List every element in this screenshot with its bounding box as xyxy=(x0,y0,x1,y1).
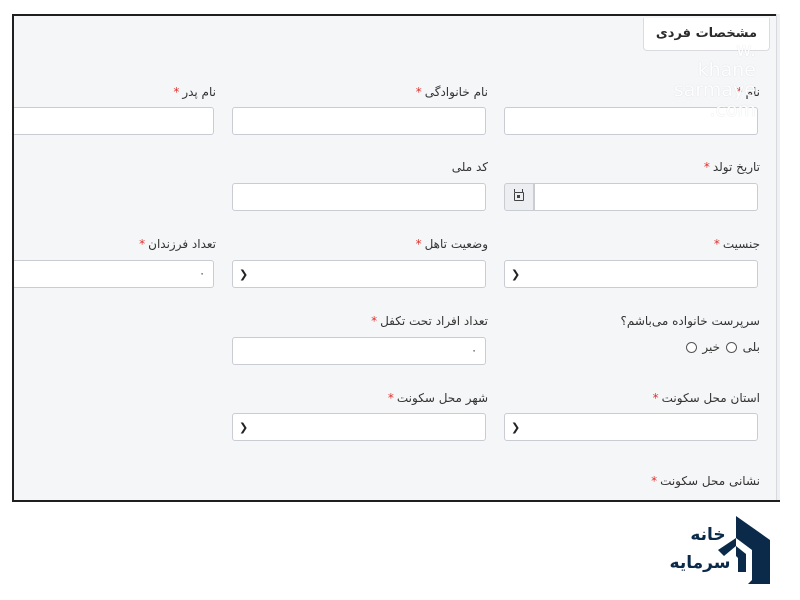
gender-select[interactable]: ❯ xyxy=(504,260,758,288)
chevron-down-icon: ❯ xyxy=(511,268,521,281)
required-mark: * xyxy=(415,85,422,99)
required-mark: * xyxy=(173,85,180,99)
marital-status-label: وضعیت تاهل* xyxy=(416,237,488,251)
gender-label: جنسیت* xyxy=(714,237,760,251)
national-code-label-text: کد ملی xyxy=(451,160,488,174)
city-label-text: شهر محل سکونت xyxy=(396,391,488,405)
children-count-input[interactable]: ۰ xyxy=(14,260,214,288)
option-yes-radio[interactable] xyxy=(725,342,737,353)
head-of-household-options: بلی خیر xyxy=(684,340,760,354)
watermark: w. khane sarmaye .com xyxy=(674,40,756,120)
watermark-line: khane xyxy=(697,59,756,81)
father-name-label: نام پدر* xyxy=(173,85,216,99)
required-mark: * xyxy=(387,391,394,405)
head-of-household-label-text: سرپرست خانواده می‌باشم؟ xyxy=(620,314,760,328)
birth-date-label-text: تاریخ تولد xyxy=(712,160,760,174)
required-mark: * xyxy=(713,237,720,251)
head-of-household-label: سرپرست خانواده می‌باشم؟ xyxy=(620,314,760,328)
birth-date-input[interactable] xyxy=(534,183,758,211)
address-label-text: نشانی محل سکونت xyxy=(660,474,760,488)
gender-label-text: جنسیت xyxy=(722,237,760,251)
marital-status-select[interactable]: ❯ xyxy=(232,260,486,288)
dependents-count-label-text: تعداد افراد تحت تکفل xyxy=(380,314,488,328)
province-label-text: استان محل سکونت xyxy=(661,391,760,405)
dependents-count-input[interactable]: ۰ xyxy=(232,337,486,365)
province-select[interactable]: ❯ xyxy=(504,413,758,441)
logo-text-bottom: سرمایه xyxy=(670,553,731,573)
watermark-line: sarmaye xyxy=(673,79,756,101)
required-mark: * xyxy=(371,314,378,328)
chevron-down-icon: ❯ xyxy=(239,421,249,434)
watermark-line: .com xyxy=(709,99,756,121)
chevron-down-icon: ❯ xyxy=(511,421,521,434)
watermark-line: w. xyxy=(736,39,756,61)
logo-text-top: خانه xyxy=(690,525,725,545)
birth-date-label: تاریخ تولد* xyxy=(704,160,760,174)
children-count-label-text: تعداد فرزندان xyxy=(148,237,216,251)
option-no-label: خیر xyxy=(702,340,721,354)
last-name-label: نام خانوادگی* xyxy=(416,85,488,99)
date-picker-button[interactable] xyxy=(504,183,534,211)
province-label: استان محل سکونت* xyxy=(653,391,760,405)
father-name-label-text: نام پدر xyxy=(182,85,216,99)
city-select[interactable]: ❯ xyxy=(232,413,486,441)
dependents-count-value: ۰ xyxy=(471,344,477,357)
father-name-input[interactable] xyxy=(14,107,214,135)
brand-logo: خانه سرمایه xyxy=(670,516,770,584)
national-code-input[interactable] xyxy=(232,183,486,211)
form-frame: مشخصات فردی نام* نام خانوادگی* نام پدر* … xyxy=(12,14,780,502)
children-count-value: ۰ xyxy=(199,267,205,280)
city-label: شهر محل سکونت* xyxy=(388,391,488,405)
required-mark: * xyxy=(139,237,146,251)
dependents-count-label: تعداد افراد تحت تکفل* xyxy=(371,314,488,328)
national-code-label: کد ملی xyxy=(452,160,488,174)
address-label: نشانی محل سکونت* xyxy=(651,474,760,488)
required-mark: * xyxy=(415,237,422,251)
required-mark: * xyxy=(703,160,710,174)
chevron-down-icon: ❯ xyxy=(239,268,249,281)
marital-status-label-text: وضعیت تاهل xyxy=(424,237,488,251)
personal-info-card: مشخصات فردی نام* نام خانوادگی* نام پدر* … xyxy=(14,16,780,500)
children-count-label: تعداد فرزندان* xyxy=(139,237,216,251)
calendar-icon xyxy=(514,189,524,201)
last-name-label-text: نام خانوادگی xyxy=(424,85,488,99)
last-name-input[interactable] xyxy=(232,107,486,135)
scroll-edge xyxy=(776,14,780,500)
required-mark: * xyxy=(652,391,659,405)
option-no-radio[interactable] xyxy=(685,342,697,353)
option-yes-label: بلی xyxy=(742,340,760,354)
required-mark: * xyxy=(651,474,658,488)
logo-base-shape xyxy=(748,580,770,584)
